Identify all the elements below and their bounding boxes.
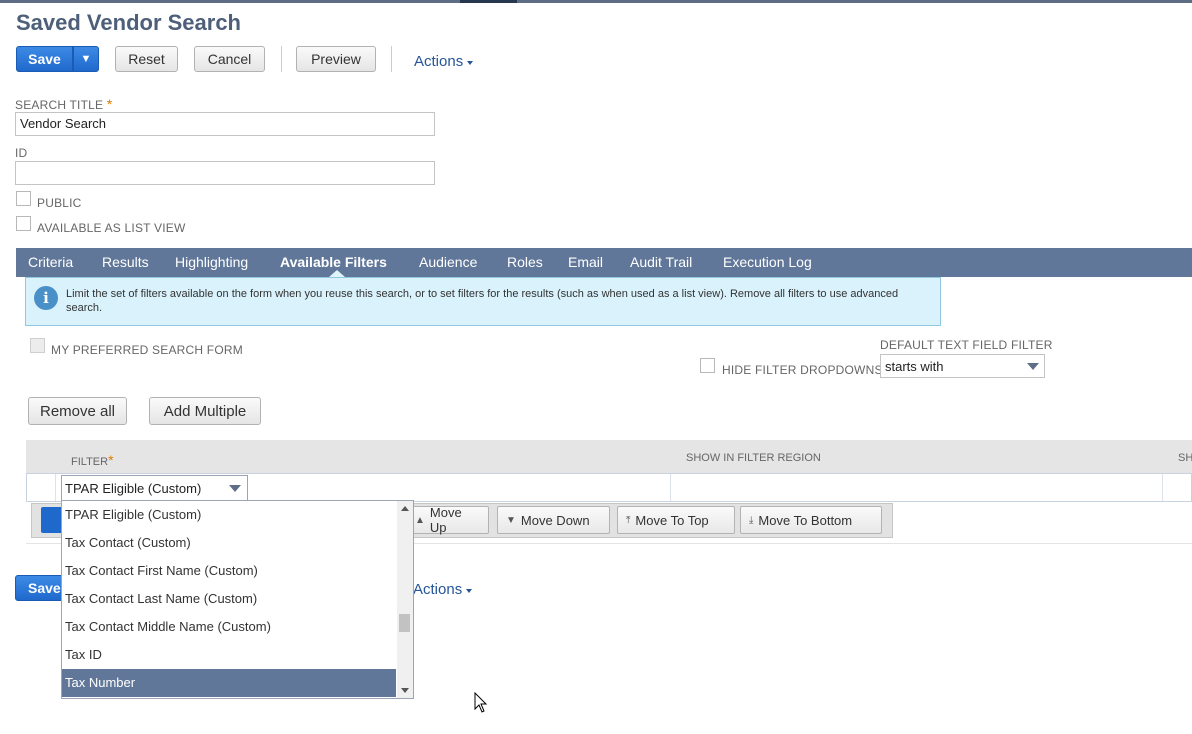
filter-select[interactable]: TPAR Eligible (Custom) xyxy=(61,475,248,501)
id-label: ID xyxy=(15,146,28,160)
arrow-to-bottom-icon: ⤓ xyxy=(749,514,754,526)
subtab-bar: Criteria Results Highlighting Available … xyxy=(16,248,1192,277)
dropdown-option[interactable]: Tax Contact Middle Name (Custom) xyxy=(62,613,396,641)
search-title-label: SEARCH TITLE * xyxy=(15,96,112,112)
mouse-cursor-icon xyxy=(474,692,488,713)
truncated-column-header: SH xyxy=(1178,452,1192,464)
top-nav-strip xyxy=(0,0,1192,3)
list-view-label: AVAILABLE AS LIST VIEW xyxy=(37,221,186,235)
move-down-button[interactable]: ▼ Move Down xyxy=(497,506,610,534)
row-cell-divider xyxy=(1162,474,1163,501)
reset-button[interactable]: Reset xyxy=(115,46,178,72)
top-nav-active-indicator xyxy=(460,0,517,3)
show-in-filter-region-header: SHOW IN FILTER REGION xyxy=(686,452,821,464)
info-message-text: Limit the set of filters available on th… xyxy=(66,288,899,314)
dropdown-option[interactable]: Tax ID xyxy=(62,641,396,669)
tab-execution-log[interactable]: Execution Log xyxy=(723,254,812,270)
row-cell-divider xyxy=(55,474,56,501)
public-checkbox[interactable] xyxy=(16,191,31,206)
arrow-to-top-icon: ⤒ xyxy=(626,514,631,526)
filter-dropdown-list[interactable]: TPAR Eligible (Custom) Tax Contact (Cust… xyxy=(61,500,414,699)
row-ok-button[interactable] xyxy=(41,507,63,533)
dropdown-option-selected[interactable]: Tax Number xyxy=(62,669,396,697)
cancel-button[interactable]: Cancel xyxy=(194,46,265,72)
add-multiple-button[interactable]: Add Multiple xyxy=(149,397,261,425)
search-title-input[interactable]: Vendor Search xyxy=(15,112,435,136)
bottom-actions-label: Actions xyxy=(413,581,463,598)
filter-select-value: TPAR Eligible (Custom) xyxy=(65,481,202,496)
caret-down-icon xyxy=(467,60,474,65)
filter-column-header: FILTER* xyxy=(71,452,114,468)
dropdown-option[interactable]: Tax Contact Last Name (Custom) xyxy=(62,585,396,613)
info-message-box: i Limit the set of filters available on … xyxy=(25,277,941,326)
public-label: PUBLIC xyxy=(37,196,82,210)
move-to-top-button[interactable]: ⤒ Move To Top xyxy=(617,506,735,534)
actions-menu[interactable]: Actions xyxy=(414,53,474,70)
arrow-down-icon: ▼ xyxy=(506,514,516,526)
default-text-filter-value: starts with xyxy=(885,359,944,374)
tab-email[interactable]: Email xyxy=(568,254,603,270)
caret-down-icon xyxy=(466,588,473,593)
tab-highlighting[interactable]: Highlighting xyxy=(175,254,248,270)
required-mark: * xyxy=(106,96,113,112)
save-button[interactable]: Save xyxy=(16,46,73,72)
move-down-label: Move Down xyxy=(520,512,590,528)
tab-available-filters[interactable]: Available Filters xyxy=(280,254,387,270)
tab-criteria[interactable]: Criteria xyxy=(28,254,73,270)
remove-all-button[interactable]: Remove all xyxy=(28,397,127,425)
preferred-search-form-checkbox[interactable] xyxy=(30,338,45,353)
move-to-bottom-label: Move To Bottom xyxy=(758,512,853,528)
default-text-filter-select[interactable]: starts with xyxy=(880,354,1045,378)
scroll-down-icon[interactable] xyxy=(401,688,409,693)
tab-audit-trail[interactable]: Audit Trail xyxy=(630,254,692,270)
arrow-up-icon: ▲ xyxy=(415,514,425,526)
actions-label: Actions xyxy=(414,53,464,70)
dropdown-option[interactable]: Tax Contact First Name (Custom) xyxy=(62,557,396,585)
dropdown-option[interactable]: Tax Contact (Custom) xyxy=(62,529,396,557)
hide-filter-dropdowns-checkbox[interactable] xyxy=(700,358,715,373)
dropdown-scrollbar[interactable] xyxy=(397,501,413,698)
filter-column-header-text: FILTER xyxy=(71,456,109,468)
tab-roles[interactable]: Roles xyxy=(507,254,543,270)
scroll-up-icon[interactable] xyxy=(401,506,409,511)
info-icon: i xyxy=(34,286,58,310)
page-title: Saved Vendor Search xyxy=(16,10,241,35)
move-to-top-label: Move To Top xyxy=(635,512,709,528)
tab-audience[interactable]: Audience xyxy=(419,254,477,270)
scroll-thumb[interactable] xyxy=(399,614,410,632)
default-text-filter-label: DEFAULT TEXT FIELD FILTER xyxy=(880,338,1053,352)
bottom-actions-menu[interactable]: Actions xyxy=(413,581,473,598)
required-mark: * xyxy=(108,452,114,468)
move-to-bottom-button[interactable]: ⤓ Move To Bottom xyxy=(740,506,882,534)
save-options-dropdown-button[interactable]: ▼ xyxy=(73,46,99,72)
filter-grid-header: FILTER* SHOW IN FILTER REGION SH xyxy=(26,440,1192,473)
move-up-label: Move Up xyxy=(429,505,462,535)
toolbar-separator xyxy=(281,46,282,72)
hide-filter-dropdowns-label: HIDE FILTER DROPDOWNS xyxy=(722,363,883,377)
toolbar-separator xyxy=(391,46,392,72)
active-tab-pointer xyxy=(329,270,345,277)
id-input[interactable] xyxy=(15,161,435,185)
dropdown-option[interactable]: TPAR Eligible (Custom) xyxy=(62,501,396,529)
list-view-checkbox[interactable] xyxy=(16,216,31,231)
move-up-button[interactable]: ▲ Move Up xyxy=(406,505,489,535)
preferred-search-form-label: MY PREFERRED SEARCH FORM xyxy=(51,343,243,357)
tab-results[interactable]: Results xyxy=(102,254,149,270)
search-title-label-text: SEARCH TITLE xyxy=(15,98,104,112)
chevron-down-icon xyxy=(229,485,241,492)
chevron-down-icon xyxy=(1027,363,1039,370)
preview-button[interactable]: Preview xyxy=(296,46,376,72)
row-cell-divider xyxy=(670,474,671,501)
